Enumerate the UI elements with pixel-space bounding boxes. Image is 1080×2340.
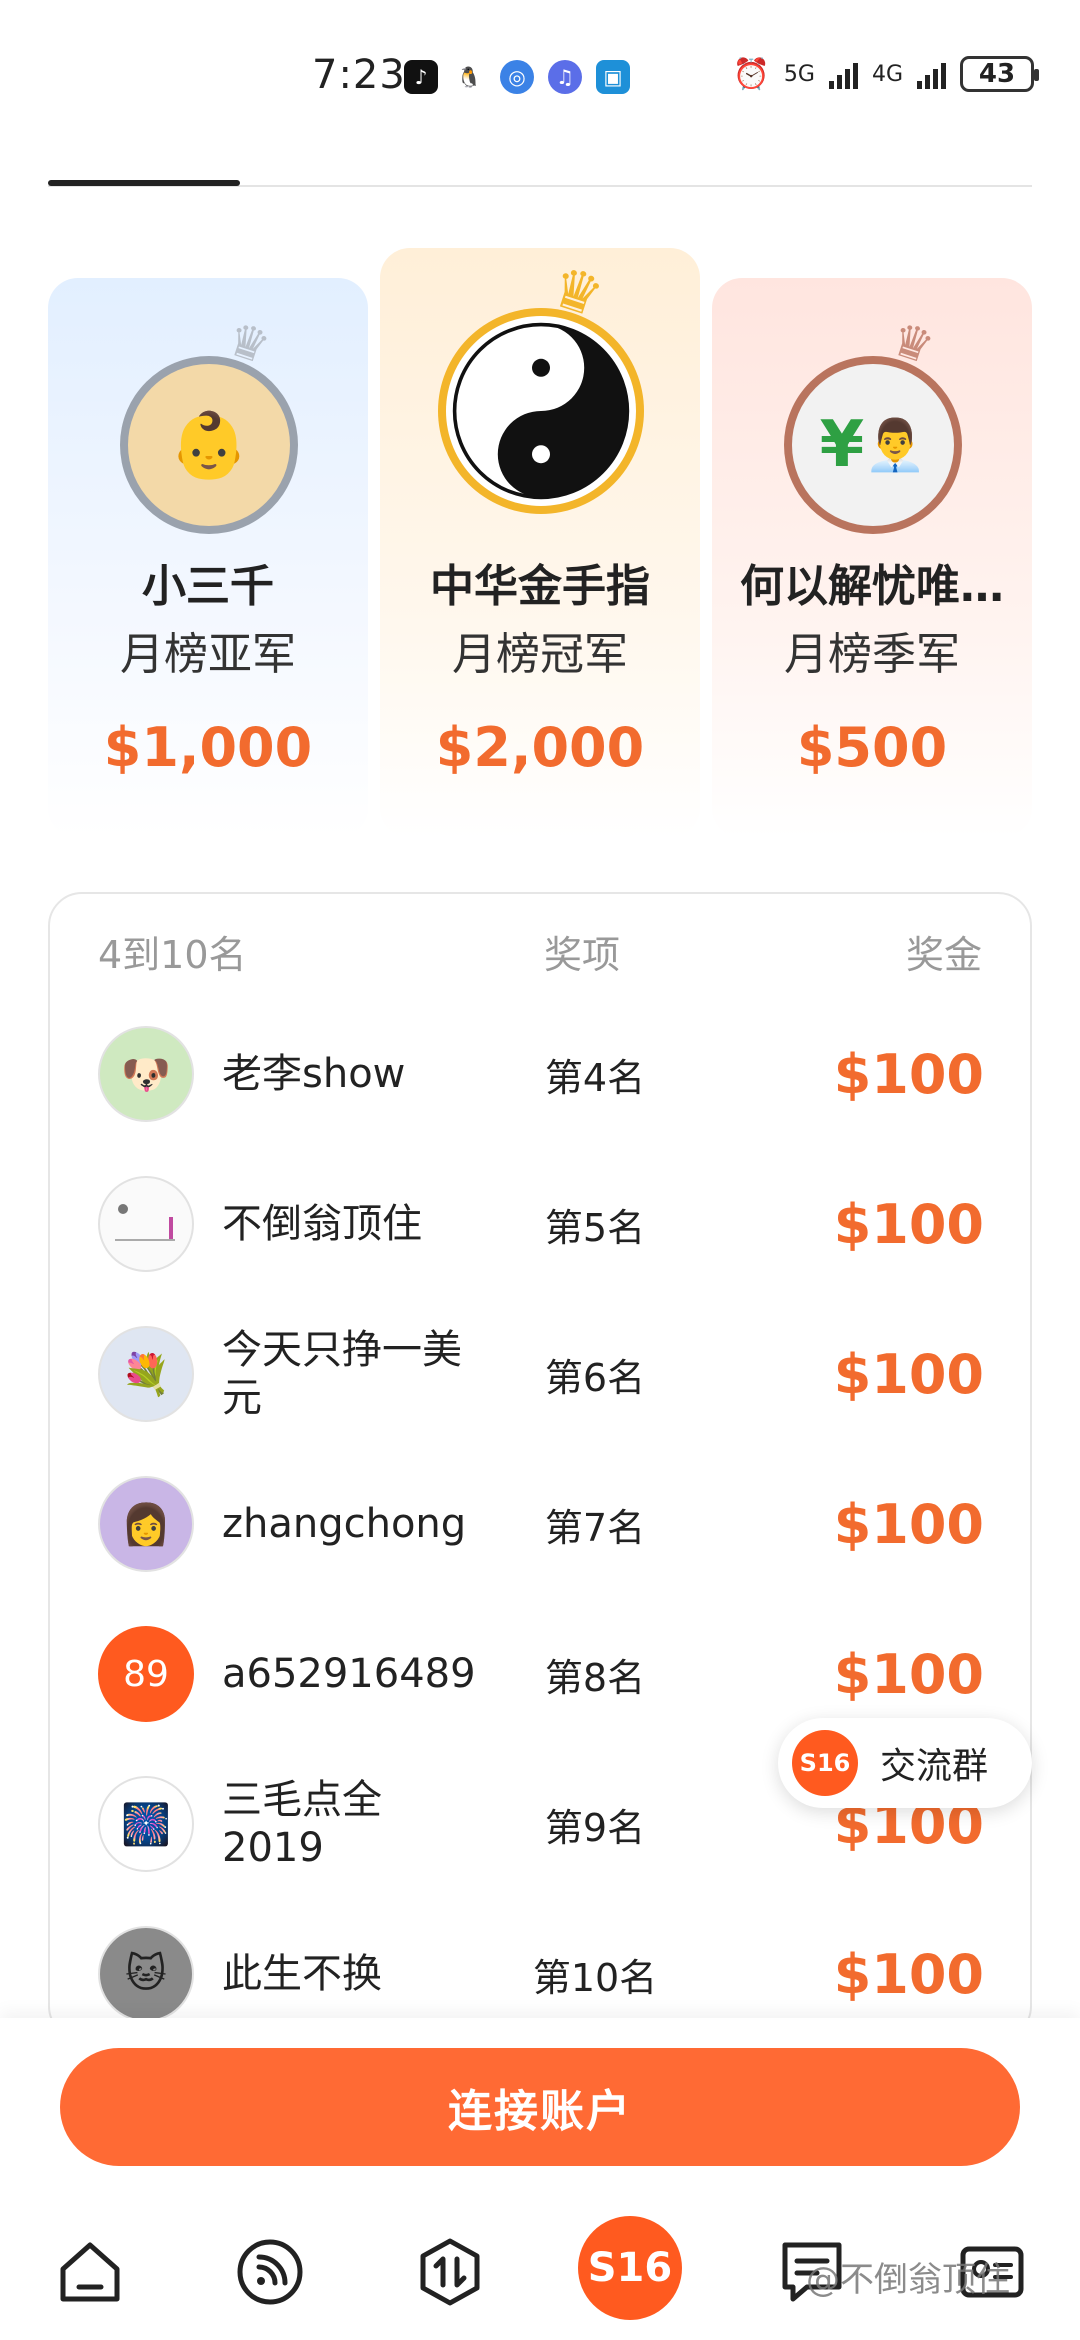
avatar-second: 👶: [120, 356, 298, 534]
row-award: 第6名: [544, 1355, 646, 1400]
broadcast-icon: [237, 2239, 303, 2305]
tab-active-indicator[interactable]: [48, 180, 240, 186]
cta-area: 连接账户: [0, 2018, 1080, 2200]
row-name: a652916489: [222, 1651, 476, 1697]
tiktok-icon: ♪: [404, 60, 438, 94]
row-prize: $100: [833, 1342, 984, 1406]
signal-icon: [828, 59, 858, 89]
podium-card-third[interactable]: ¥ 👨‍💼 ♛ 何以解忧唯… 月榜季军 $500: [712, 278, 1032, 838]
trade-icon: [420, 2238, 480, 2306]
cat-avatar-image: 🐱: [98, 1926, 194, 2022]
header-prize: 奖金: [905, 933, 982, 977]
exchange-group-button[interactable]: S16 交流群: [778, 1718, 1032, 1808]
ranking-list[interactable]: 4到10名 奖项 奖金 🐶 老李show 第4名 $100 不倒翁顶住 第5名 …: [48, 892, 1032, 2040]
row-prize: $100: [833, 1192, 984, 1256]
girl-flowers-avatar-image: 💐: [98, 1326, 194, 1422]
podium-prize: $2,000: [435, 716, 645, 779]
row-award: 第4名: [544, 1055, 646, 1100]
s16-logo-icon: S16: [792, 1730, 858, 1796]
avatar-third: ¥ 👨‍💼: [784, 356, 962, 534]
signal-icon-2: [917, 59, 946, 89]
qq-icon: 🐧: [452, 60, 486, 94]
status-right: ⏰ 5G 4G 43: [732, 56, 1039, 92]
app-store-icon: ▣: [596, 60, 630, 94]
connect-account-button[interactable]: 连接账户: [60, 2048, 1020, 2166]
row-name: 不倒翁顶住: [222, 1201, 422, 1247]
baby-avatar-image: 👶: [128, 364, 290, 526]
row-award: 第7名: [544, 1505, 646, 1550]
row-prize: $100: [833, 1492, 984, 1556]
watermark: @不倒翁顶住: [806, 2260, 1010, 2300]
podium-prize: $500: [796, 716, 948, 779]
network-label-2: 4G: [871, 61, 903, 87]
avatar-first: [438, 308, 644, 514]
row-award: 第8名: [544, 1655, 646, 1700]
nav-s16-center-button[interactable]: S16: [578, 2216, 682, 2320]
podium-card-first[interactable]: ♛ 中华金手指 月榜冠军 $2,000: [380, 248, 700, 838]
dog-avatar-image: 🐶: [98, 1026, 194, 1122]
row-name: zhangchong: [222, 1501, 467, 1547]
row-name: 今天只挣一美元: [222, 1327, 462, 1421]
nav-home[interactable]: [52, 2234, 128, 2310]
exchange-group-label: 交流群: [880, 1746, 989, 1787]
status-time: 7:23: [312, 52, 406, 98]
row-name: 老李show: [222, 1051, 406, 1097]
podium-name: 何以解忧唯…: [740, 561, 1004, 612]
podium-rank: 月榜冠军: [452, 629, 628, 680]
woman-avatar-image: 👩: [98, 1476, 194, 1572]
podium-rank: 月榜亚军: [120, 629, 296, 680]
network-label-1: 5G: [783, 61, 815, 87]
list-row[interactable]: 不倒翁顶住 第5名 $100: [50, 1149, 1030, 1299]
nav-feed[interactable]: [232, 2234, 308, 2310]
list-row[interactable]: 👩 zhangchong 第7名 $100: [50, 1449, 1030, 1599]
chart-avatar-image: [98, 1176, 194, 1272]
battery-level: 43: [978, 59, 1016, 89]
yin-yang-icon: [452, 322, 630, 500]
money-tree-avatar-image: ¥ 👨‍💼: [792, 364, 954, 526]
yin-yang-cat-avatar-image: [446, 316, 636, 506]
header-award: 奖项: [544, 933, 621, 977]
row-award: 第9名: [544, 1805, 646, 1850]
podium-prize: $1,000: [103, 716, 313, 779]
podium-rank: 月榜季军: [784, 629, 960, 680]
notification-icons: ♪ 🐧 ◎ ♫ ▣: [404, 60, 630, 94]
podium-name: 小三千: [142, 561, 274, 612]
row-prize: $100: [833, 1042, 984, 1106]
nav-trade[interactable]: [412, 2234, 488, 2310]
browser-icon: ◎: [500, 60, 534, 94]
podium-name: 中华金手指: [430, 561, 650, 612]
header-rank: 4到10名: [98, 933, 247, 977]
row-award: 第5名: [544, 1205, 646, 1250]
row-name: 三毛点全2019: [222, 1777, 382, 1871]
number-avatar: 89: [98, 1626, 194, 1722]
list-row[interactable]: 🐶 老李show 第4名 $100: [50, 999, 1030, 1149]
fireworks-avatar-image: 🎆: [98, 1776, 194, 1872]
music-icon: ♫: [548, 60, 582, 94]
list-row[interactable]: 💐 今天只挣一美元 第6名 $100: [50, 1299, 1030, 1449]
podium-card-second[interactable]: 👶 ♛ 小三千 月榜亚军 $1,000: [48, 278, 368, 838]
home-icon: [60, 2242, 120, 2302]
battery-icon: 43: [960, 56, 1039, 92]
alarm-icon: ⏰: [732, 56, 770, 92]
list-header: 4到10名 奖项 奖金: [50, 924, 1030, 984]
mini-chart-icon: [115, 1204, 175, 1241]
status-bar: 7:23 ♪ 🐧 ◎ ♫ ▣ ⏰ 5G 4G 43: [0, 0, 1080, 120]
